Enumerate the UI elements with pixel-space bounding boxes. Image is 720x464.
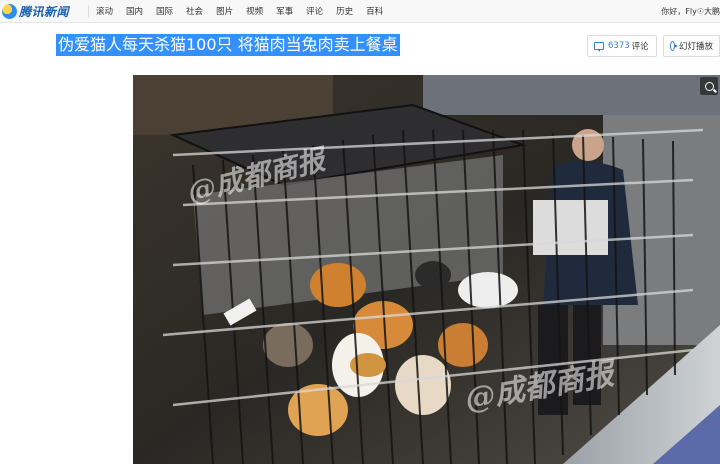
- nav-item-scroll[interactable]: 滚动: [96, 5, 113, 17]
- top-nav-bar: 腾讯新闻 滚动 国内 国际 社会 图片 视频 军事 评论 历史 百科 你好，Fl…: [0, 0, 720, 23]
- logo-text: 腾讯新闻: [19, 4, 70, 19]
- page-title: 伪爱猫人每天杀猫100只 将猫肉当兔肉卖上餐桌: [56, 34, 400, 56]
- slideshow-button[interactable]: 幻灯播放: [663, 35, 720, 57]
- nav-item-encyclopedia[interactable]: 百科: [366, 5, 383, 17]
- zoom-button[interactable]: [700, 77, 718, 95]
- nav-item-international[interactable]: 国际: [156, 5, 173, 17]
- site-logo[interactable]: 腾讯新闻: [2, 2, 69, 20]
- title-area: 伪爱猫人每天杀猫100只 将猫肉当兔肉卖上餐桌: [56, 34, 400, 56]
- nav-item-pictures[interactable]: 图片: [216, 5, 233, 17]
- zoom-icon: [704, 81, 714, 91]
- comment-icon: [594, 42, 604, 52]
- photo-scene: [133, 75, 720, 464]
- nav-item-history[interactable]: 历史: [336, 5, 353, 17]
- comment-label: 评论: [631, 42, 649, 52]
- channel-nav: 滚动 国内 国际 社会 图片 视频 军事 评论 历史 百科: [96, 0, 396, 22]
- nav-item-military[interactable]: 军事: [276, 5, 293, 17]
- logo-icon: [2, 3, 17, 19]
- nav-divider: [88, 5, 89, 17]
- nav-item-commentary[interactable]: 评论: [306, 5, 323, 17]
- play-icon: [670, 41, 678, 51]
- nav-item-domestic[interactable]: 国内: [126, 5, 143, 17]
- article-photo[interactable]: @成都商报 @成都商报: [133, 75, 720, 464]
- slideshow-label: 幻灯播放: [678, 42, 713, 52]
- comment-count: 6373: [608, 41, 630, 51]
- comment-button[interactable]: 6373 评论: [587, 35, 657, 57]
- user-greeting[interactable]: 你好，Fly☉大鹏: [661, 0, 720, 22]
- nav-item-video[interactable]: 视频: [246, 5, 263, 17]
- nav-item-society[interactable]: 社会: [186, 5, 203, 17]
